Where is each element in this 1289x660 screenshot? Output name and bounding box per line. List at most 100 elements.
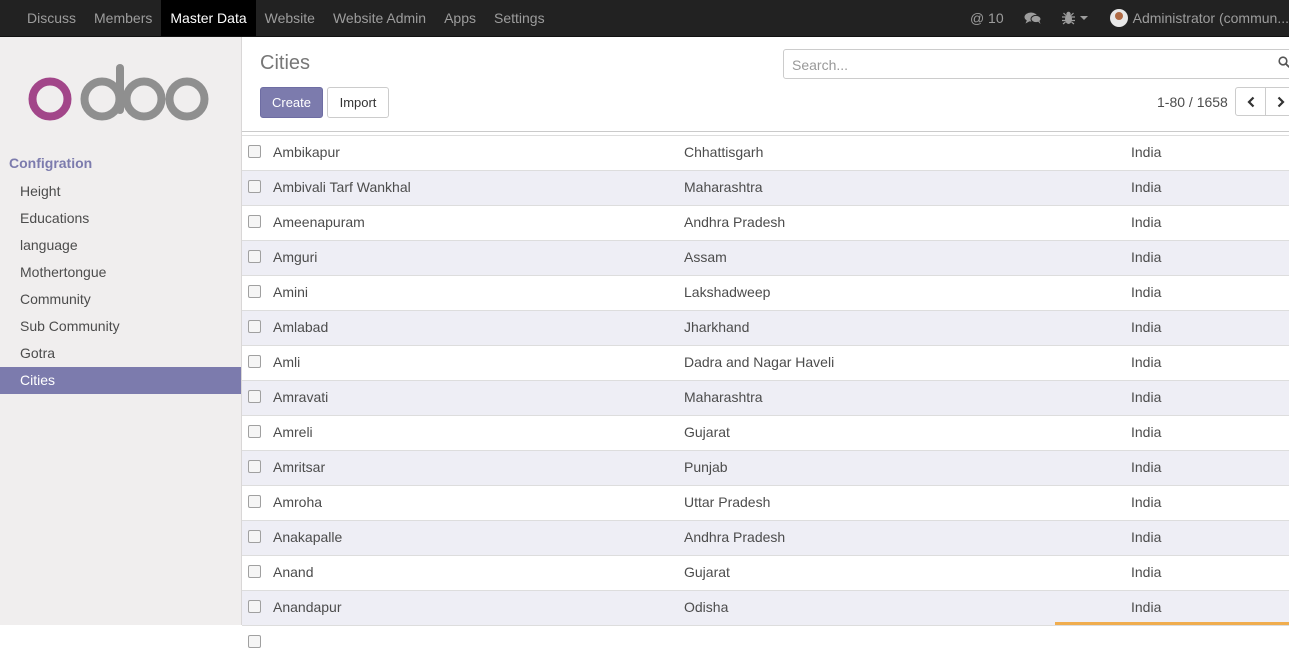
city-name: Amlabad	[273, 319, 329, 335]
menu-website-admin[interactable]: Website Admin	[324, 0, 435, 36]
sidebar-item-gotra[interactable]: Gotra	[0, 340, 241, 367]
menu-apps[interactable]: Apps	[435, 0, 485, 36]
city-country: India	[1131, 459, 1162, 475]
city-state: Maharashtra	[684, 179, 763, 195]
row-checkbox[interactable]	[248, 530, 261, 543]
table-row[interactable]: Ambivali Tarf Wankhal Maharashtra India	[242, 170, 1289, 205]
menu-members[interactable]: Members	[85, 0, 161, 36]
city-country: India	[1131, 599, 1162, 615]
create-button[interactable]: Create	[260, 87, 323, 118]
city-country: India	[1131, 319, 1162, 335]
row-checkbox[interactable]	[248, 600, 261, 613]
row-checkbox[interactable]	[248, 320, 261, 333]
city-country: India	[1131, 249, 1162, 265]
sidebar-item-language[interactable]: language	[0, 232, 241, 259]
row-checkbox[interactable]	[248, 355, 261, 368]
row-checkbox[interactable]	[248, 215, 261, 228]
city-name: Ameenapuram	[273, 214, 365, 230]
pager-value[interactable]: 1-80 / 1658	[1157, 94, 1228, 110]
city-country: India	[1131, 144, 1162, 160]
table-row[interactable]: Amravati Maharashtra India	[242, 380, 1289, 415]
search-input[interactable]	[790, 54, 1274, 76]
table-row[interactable]: Amli Dadra and Nagar Haveli India	[242, 345, 1289, 380]
menu-settings[interactable]: Settings	[485, 0, 554, 36]
table-row[interactable]: Ambikapur Chhattisgarh India	[242, 135, 1289, 170]
chat-icon	[1024, 12, 1042, 24]
row-checkbox[interactable]	[248, 460, 261, 473]
row-checkbox[interactable]	[248, 635, 261, 648]
row-checkbox[interactable]	[248, 565, 261, 578]
chat-button[interactable]	[1012, 0, 1054, 36]
city-name: Amreli	[273, 424, 313, 440]
city-state: Odisha	[684, 599, 729, 615]
user-menu[interactable]: Administrator (commun...	[1102, 0, 1289, 36]
table-row[interactable]: Amroha Uttar Pradesh India	[242, 485, 1289, 520]
table-row[interactable]: Anakapalle Andhra Pradesh India	[242, 520, 1289, 555]
avatar	[1109, 9, 1128, 27]
chevron-down-icon	[1079, 16, 1088, 20]
city-name: Anand	[273, 564, 314, 580]
row-checkbox[interactable]	[248, 145, 261, 158]
row-checkbox[interactable]	[248, 180, 261, 193]
systray: @ 10 Administrator (commun...	[962, 0, 1289, 36]
row-checkbox[interactable]	[248, 495, 261, 508]
city-country: India	[1131, 284, 1162, 300]
debug-menu[interactable]	[1054, 0, 1102, 36]
sidebar-item-sub-community[interactable]: Sub Community	[0, 313, 241, 340]
table-row[interactable]: Anandapur Odisha India	[242, 590, 1289, 625]
sidebar-item-cities[interactable]: Cities	[0, 367, 241, 394]
chevron-right-icon	[1277, 96, 1285, 107]
menu-master-data[interactable]: Master Data	[161, 0, 256, 36]
sidebar-item-educations[interactable]: Educations	[0, 205, 241, 232]
city-state: Uttar Pradesh	[684, 494, 771, 510]
sidebar-section-configration: Configration	[9, 155, 93, 171]
city-country: India	[1131, 389, 1162, 405]
row-checkbox[interactable]	[248, 425, 261, 438]
city-name: Amravati	[273, 389, 329, 405]
menu-website[interactable]: Website	[256, 0, 324, 36]
city-state: Maharashtra	[684, 389, 763, 405]
page-title: Cities	[260, 52, 311, 74]
table-row[interactable]: Ameenapuram Andhra Pradesh India	[242, 205, 1289, 240]
sidebar-item-height[interactable]: Height	[0, 178, 241, 205]
city-state: Chhattisgarh	[684, 144, 764, 160]
city-name: Amguri	[273, 249, 318, 265]
city-name: Anandapur	[273, 599, 342, 615]
sidebar: Configration Height Educations language …	[0, 37, 242, 625]
table-row[interactable]: Amreli Gujarat India	[242, 415, 1289, 450]
city-country: India	[1131, 529, 1162, 545]
import-button[interactable]: Import	[327, 87, 389, 118]
row-checkbox[interactable]	[248, 390, 261, 403]
cities-list: Ambikapur Chhattisgarh India Ambivali Ta…	[242, 135, 1289, 660]
row-checkbox[interactable]	[248, 250, 261, 263]
city-country: India	[1131, 354, 1162, 370]
row-checkbox[interactable]	[248, 285, 261, 298]
city-state: Assam	[684, 249, 727, 265]
sidebar-item-community[interactable]: Community	[0, 286, 241, 313]
table-row[interactable]	[242, 625, 1289, 660]
table-row[interactable]: Anand Gujarat India	[242, 555, 1289, 590]
pager-previous-button[interactable]	[1235, 87, 1266, 116]
table-row[interactable]: Amini Lakshadweep India	[242, 275, 1289, 310]
city-country: India	[1131, 214, 1162, 230]
city-name: Ambivali Tarf Wankhal	[273, 179, 411, 195]
table-row[interactable]: Amguri Assam India	[242, 240, 1289, 275]
pager-next-button[interactable]	[1266, 87, 1289, 116]
table-row[interactable]: Amritsar Punjab India	[242, 450, 1289, 485]
city-state: Gujarat	[684, 564, 730, 580]
table-row[interactable]: Amlabad Jharkhand India	[242, 310, 1289, 345]
odoo-logo[interactable]	[28, 61, 214, 125]
city-state: Andhra Pradesh	[684, 214, 786, 230]
mentions-counter[interactable]: @ 10	[962, 0, 1012, 36]
city-state: Dadra and Nagar Haveli	[684, 354, 835, 370]
main-menu: Discuss Members Master Data Website Webs…	[18, 0, 554, 36]
city-state: Gujarat	[684, 424, 730, 440]
menu-discuss[interactable]: Discuss	[18, 0, 85, 36]
city-name: Anakapalle	[273, 529, 343, 545]
user-name: Administrator (commun...	[1132, 10, 1289, 26]
search-icon[interactable]	[1278, 56, 1289, 68]
mentions-label: @ 10	[969, 10, 1004, 26]
city-name: Amroha	[273, 494, 323, 510]
sidebar-item-mothertongue[interactable]: Mothertongue	[0, 259, 241, 286]
city-name: Ambikapur	[273, 144, 340, 160]
